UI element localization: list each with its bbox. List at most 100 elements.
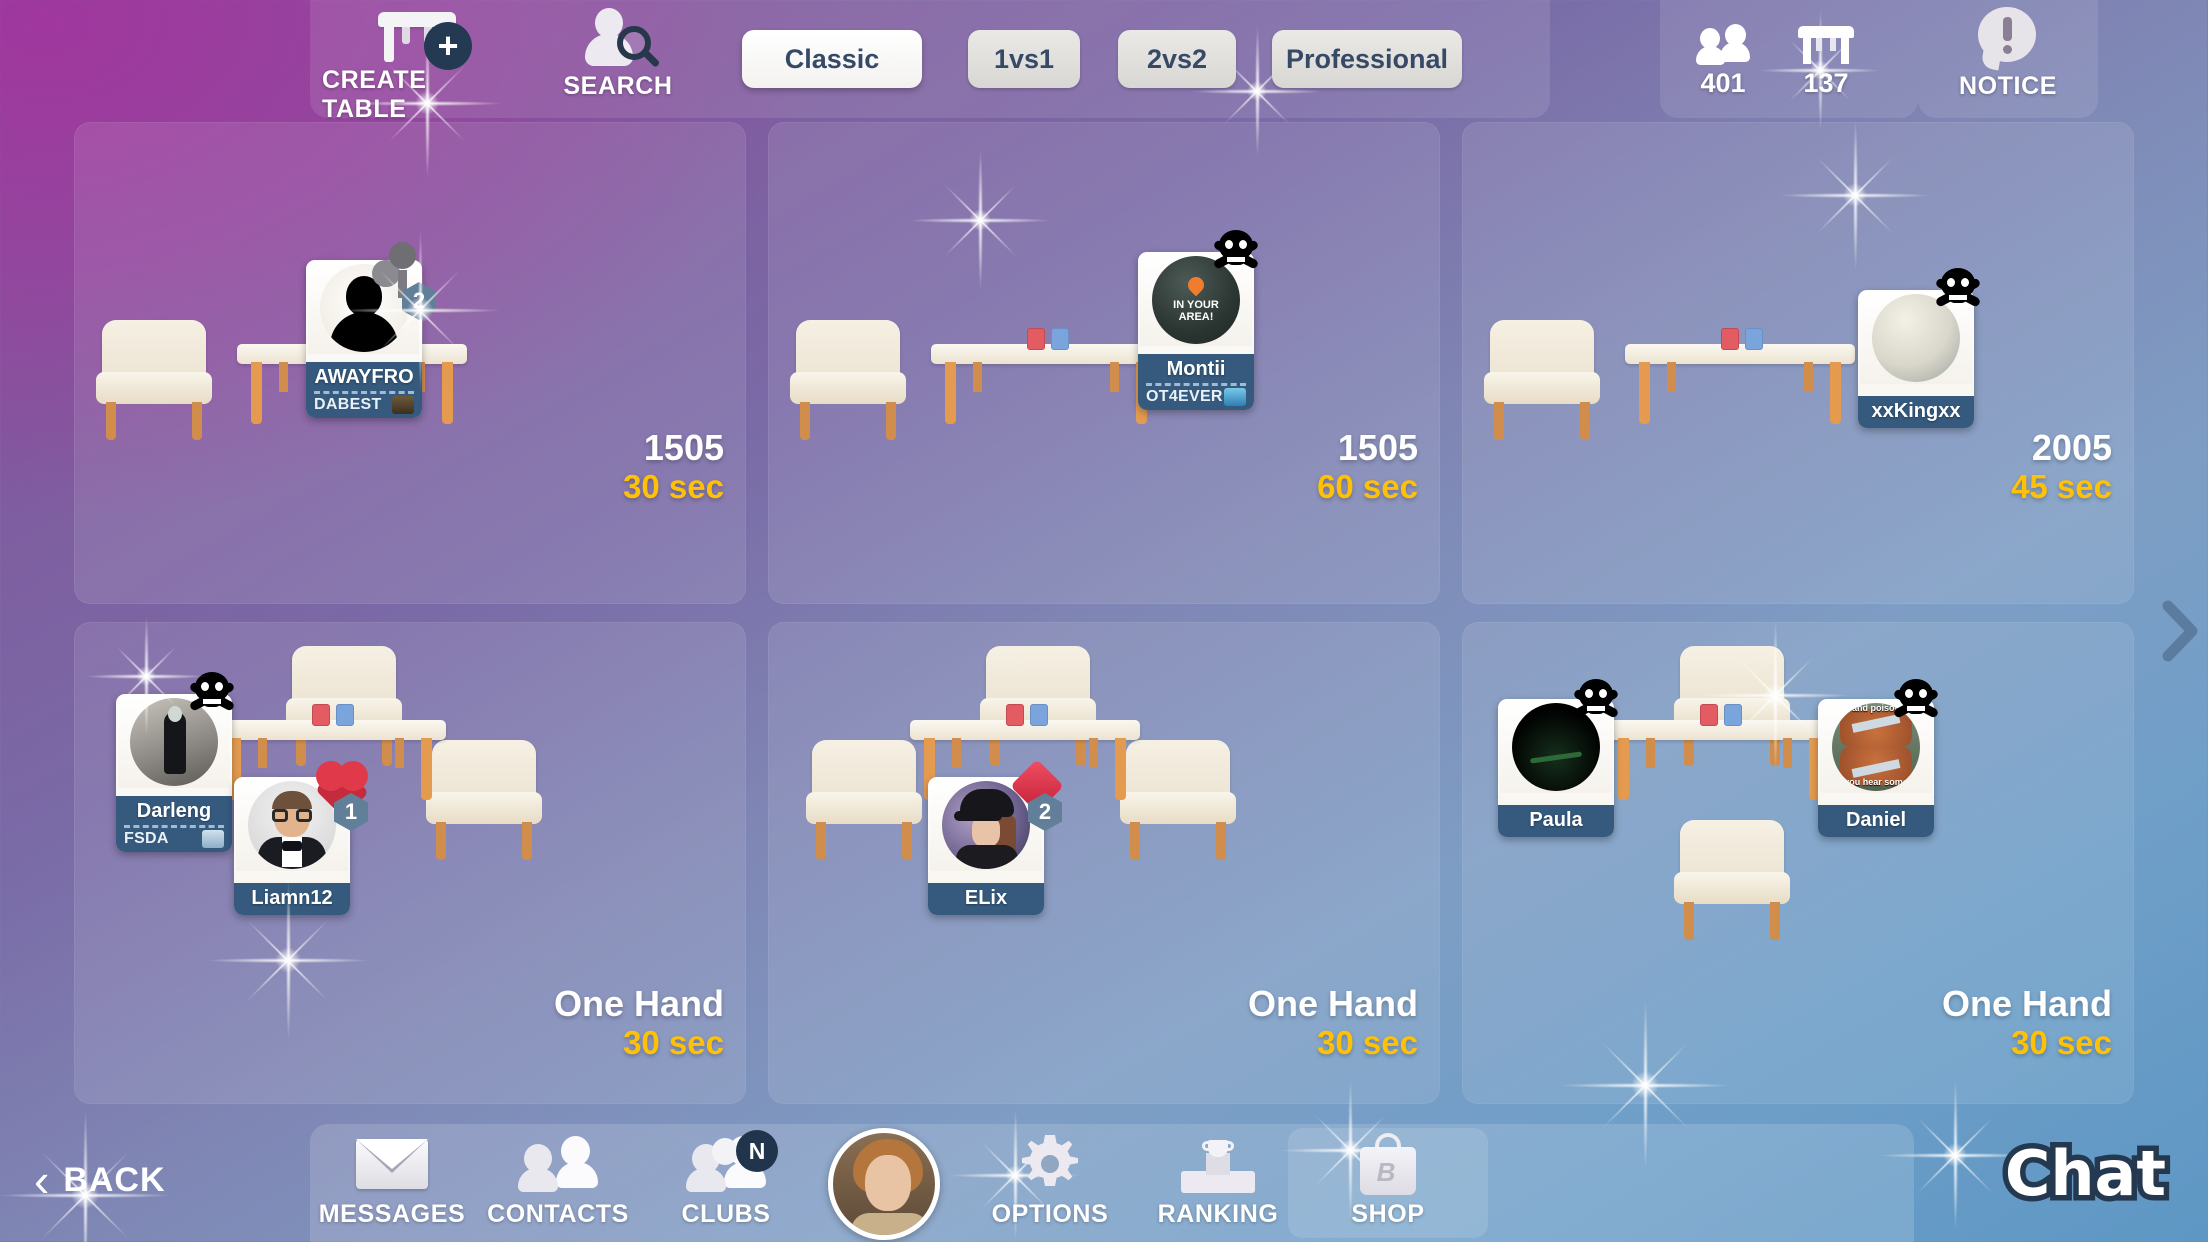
people-icon	[1696, 24, 1750, 65]
chevron-right-icon[interactable]	[2158, 598, 2202, 664]
player-card[interactable]: Darleng FSDA	[116, 672, 236, 852]
player-name-bar: Daniel	[1818, 805, 1934, 837]
chair	[96, 320, 212, 440]
dark-photo-avatar	[1512, 703, 1600, 791]
divider	[314, 391, 414, 394]
player-name: Montii	[1166, 358, 1226, 380]
table-mode: One Hand	[553, 982, 724, 1024]
table-card-2[interactable]: IN YOUR AREA! Montii OT4EVER 1505 60 sec	[768, 122, 1440, 604]
player-club-row: DABEST	[306, 396, 422, 416]
back-button[interactable]: ‹ BACK	[34, 1157, 166, 1203]
player-avatar: and poison you hear some	[1820, 701, 1932, 793]
player-avatar	[1500, 701, 1612, 793]
chair	[1674, 820, 1790, 940]
player-club-name: OT4EVER	[1146, 388, 1223, 405]
profile-avatar-icon[interactable]	[828, 1128, 940, 1240]
clubs-new-badge-value: N	[748, 1137, 766, 1164]
player-name-bar: AWAYFRO DABEST	[306, 362, 422, 418]
in-your-area-avatar: IN YOUR AREA!	[1152, 256, 1240, 344]
table-card-1[interactable]: 2 AWAYFRO DABEST 1505 30 sec	[74, 122, 746, 604]
player-name: Liamn12	[251, 887, 333, 909]
table-card-4[interactable]: Darleng FSDA 1 Liamn12 One Hand 30 sec	[74, 622, 746, 1104]
divider	[124, 825, 224, 828]
meme-photo-avatar: and poison you hear some	[1832, 703, 1920, 791]
avatar-text-line1: and poison	[1852, 703, 1900, 713]
gold-bar-icon	[392, 396, 414, 414]
chat-button[interactable]: Chat	[1999, 1132, 2171, 1216]
player-card[interactable]: IN YOUR AREA! Montii OT4EVER	[1138, 230, 1260, 410]
search-button[interactable]: SEARCH	[545, 6, 691, 112]
nav-item-contacts-label: CONTACTS	[487, 1200, 629, 1228]
online-players-value: 401	[1700, 68, 1746, 98]
player-name: Paula	[1529, 809, 1583, 831]
table-card-5[interactable]: 2 ELix One Hand 30 sec	[768, 622, 1440, 1104]
player-name: AWAYFRO	[314, 366, 414, 388]
player-club-row: OT4EVER	[1138, 388, 1254, 408]
clubs-new-badge: N	[736, 1130, 778, 1172]
table-time: 30 sec	[623, 1024, 724, 1062]
player-card[interactable]: and poison you hear some Daniel	[1818, 679, 1940, 837]
top-bar: + CREATE TABLE SEARCH Classic 1vs1 2vs2 …	[0, 0, 2208, 123]
online-players-counter: 401	[1680, 24, 1766, 99]
table-info: 2005 45 sec	[2011, 427, 2112, 506]
divider	[1146, 383, 1246, 386]
player-card[interactable]: xxKingxx	[1858, 268, 1982, 428]
table-mode: 2005	[2031, 426, 2112, 468]
filter-chip-2vs2[interactable]: 2vs2	[1118, 30, 1236, 88]
table-mode: 1505	[643, 426, 724, 468]
table-info: One Hand 30 sec	[1942, 983, 2112, 1062]
avatar-text-line2: you hear some	[1844, 777, 1908, 787]
bottom-navigation-bar: MESSAGES CONTACTS N CLUBS OPTIONS RANKIN…	[310, 1124, 1914, 1242]
clubs-icon: N	[686, 1130, 778, 1196]
create-table-button[interactable]: + CREATE TABLE	[322, 6, 512, 123]
filter-chip-1vs1[interactable]: 1vs1	[968, 30, 1080, 88]
chair	[806, 740, 922, 860]
player-club-name: FSDA	[124, 830, 169, 847]
game-table	[1604, 704, 1834, 802]
filter-chip-classic[interactable]: Classic	[742, 30, 922, 88]
player-card[interactable]: 1 Liamn12	[234, 761, 369, 915]
search-label: SEARCH	[563, 72, 673, 100]
table-card-3[interactable]: xxKingxx 2005 45 sec	[1462, 122, 2134, 604]
table-plus-icon: +	[378, 6, 472, 70]
game-table	[1625, 328, 1855, 426]
chat-label: Chat	[1999, 1132, 2171, 1216]
avatar-text-line2: AREA!	[1178, 311, 1214, 323]
envelope-icon	[356, 1132, 428, 1196]
player-name: Darleng	[136, 800, 212, 822]
tables-grid: 2 AWAYFRO DABEST 1505 30 sec IN YOUR ARE…	[74, 122, 2134, 1104]
table-time: 30 sec	[2011, 1024, 2112, 1062]
player-card[interactable]: Paula	[1498, 679, 1620, 837]
chair	[790, 320, 906, 440]
table-info: One Hand 30 sec	[554, 983, 724, 1062]
notice-label: NOTICE	[1958, 72, 2058, 100]
player-card[interactable]: 2 AWAYFRO DABEST	[306, 242, 436, 418]
landscape-icon	[202, 830, 224, 848]
nav-item-ranking-label: RANKING	[1157, 1200, 1279, 1228]
player-name-bar: Montii OT4EVER	[1138, 354, 1254, 410]
table-info: 1505 60 sec	[1317, 427, 1418, 506]
seat-number-value: 1	[344, 799, 358, 824]
player-name-bar: Liamn12	[234, 883, 350, 915]
create-table-label: CREATE TABLE	[322, 66, 427, 123]
player-name: ELix	[964, 887, 1008, 909]
player-name-bar: Paula	[1498, 805, 1614, 837]
table-icon	[1798, 24, 1854, 64]
player-avatar	[118, 696, 230, 788]
notice-button[interactable]: NOTICE	[1928, 6, 2088, 112]
nav-item-clubs[interactable]: N CLUBS	[626, 1130, 826, 1238]
water-splash-icon	[1224, 388, 1246, 406]
open-tables-counter: 137	[1783, 24, 1869, 99]
nav-item-shop-label: SHOP	[1351, 1200, 1425, 1228]
table-card-6[interactable]: Paula and poison you hear some Daniel On…	[1462, 622, 2134, 1104]
filter-chip-professional[interactable]: Professional	[1272, 30, 1462, 88]
avatar-text-line1: IN YOUR	[1173, 298, 1219, 311]
player-card[interactable]: 2 ELix	[928, 759, 1064, 915]
podium-trophy-icon	[1181, 1132, 1255, 1196]
exclamation-bubble-icon	[1976, 6, 2040, 71]
location-pin-icon	[1184, 273, 1208, 297]
filter-chip-2vs2-label: 2vs2	[1146, 43, 1208, 74]
filter-chip-professional-label: Professional	[1285, 43, 1449, 74]
nav-item-shop[interactable]: B SHOP	[1288, 1132, 1488, 1238]
chair	[1484, 320, 1600, 440]
